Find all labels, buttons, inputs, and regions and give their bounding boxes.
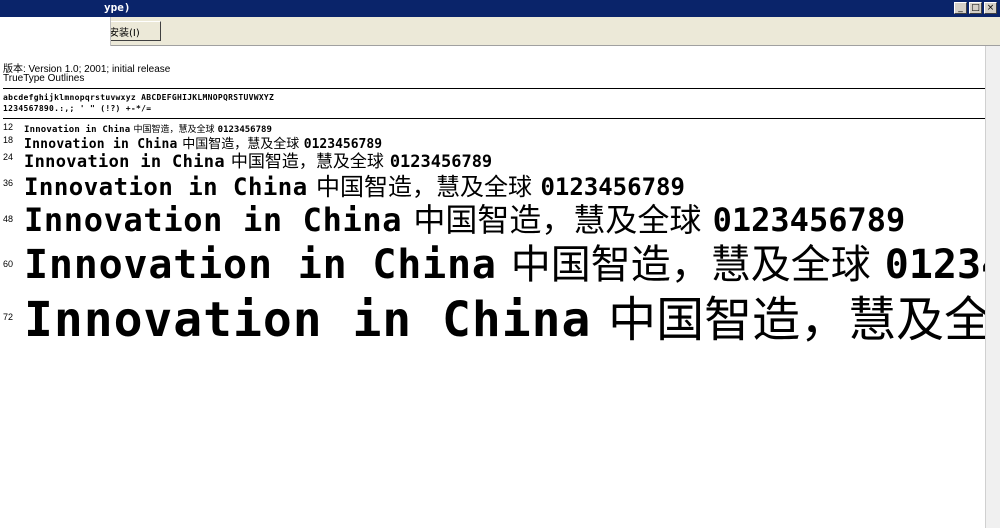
divider	[3, 88, 985, 89]
sample-line: Innovation in China中国智造，慧及全球0123456789	[24, 167, 985, 198]
sample-cjk-text: 中国智造，慧及全球	[413, 201, 702, 237]
sample-line: Innovation in China中国智造，慧及全球0123456789	[24, 280, 985, 342]
charset-letters: abcdefghijklmnopqrstuvwxyz ABCDEFGHIJKLM…	[3, 93, 275, 102]
vertical-scrollbar[interactable]	[985, 46, 1000, 528]
sample-latin-text: Innovation in China	[24, 292, 592, 342]
sample-cjk-text: 中国智造，慧及全球	[230, 152, 384, 169]
sample-size-label: 12	[3, 122, 14, 132]
window-controls: _ □ ×	[954, 2, 997, 14]
title-bar[interactable]: ype) _ □ ×	[0, 0, 1000, 17]
minimize-button[interactable]: _	[954, 2, 967, 14]
sample-size-label: 72	[3, 312, 14, 322]
sample-digits-text: 0123456789	[884, 242, 985, 284]
occluded-window-area	[0, 17, 111, 46]
sample-line: Innovation in China中国智造，慧及全球0123456789	[24, 147, 985, 169]
font-outline-type: TrueType Outlines	[3, 73, 85, 84]
maximize-button[interactable]: □	[969, 2, 982, 14]
sample-size-label: 48	[3, 214, 14, 224]
sample-size-label: 36	[3, 178, 14, 188]
sample-line: Innovation in China中国智造，慧及全球0123456789	[24, 195, 985, 237]
close-button[interactable]: ×	[984, 2, 997, 14]
sample-cjk-text: 中国智造，慧及全球	[510, 242, 871, 284]
sample-line: Innovation in China 中国智造，慧及全球 0123456789	[24, 232, 985, 284]
divider	[3, 118, 985, 119]
sample-size-label: 24	[3, 152, 14, 162]
sample-size-label: 18	[3, 135, 14, 145]
toolbar: 安装(I)	[0, 17, 1000, 46]
sample-latin-text: Innovation in China	[24, 242, 497, 284]
sample-cjk-text: 中国智造，慧及全球	[608, 292, 985, 342]
charset-symbols: 1234567890.:,; ' " (!?) +-*/=	[3, 104, 152, 113]
sample-size-label: 60	[3, 259, 14, 269]
window-title: ype)	[104, 1, 131, 14]
sample-cjk-text: 中国智造，慧及全球	[316, 173, 533, 198]
